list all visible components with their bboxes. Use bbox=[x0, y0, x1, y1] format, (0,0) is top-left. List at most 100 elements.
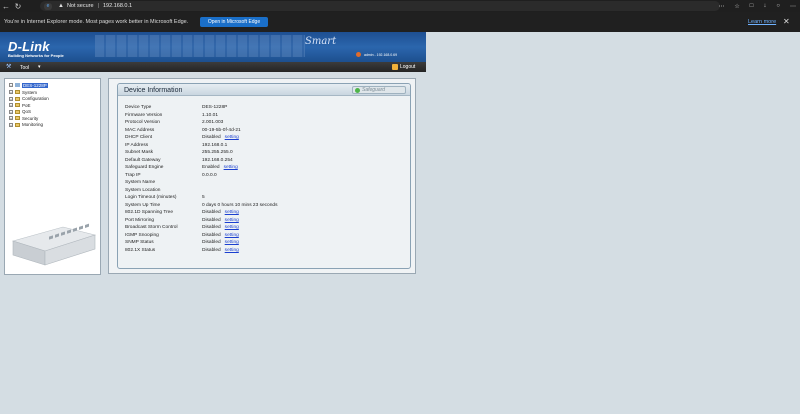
tree-item-configuration[interactable]: + Configuration bbox=[9, 96, 49, 102]
field-label: MAC Address bbox=[125, 127, 155, 133]
tree-item-qos[interactable]: + QoS bbox=[9, 109, 31, 115]
expand-icon[interactable]: + bbox=[9, 103, 13, 107]
expand-icon[interactable]: + bbox=[9, 96, 13, 101]
expand-icon[interactable]: + bbox=[9, 116, 13, 120]
field-value-cell: Disabled setting bbox=[202, 224, 277, 232]
tree-item-label[interactable]: Configuration bbox=[22, 96, 49, 101]
field-value: Disabled bbox=[202, 240, 221, 246]
field-value-cell: DES-1228P bbox=[202, 104, 277, 112]
setting-link[interactable]: setting bbox=[225, 135, 239, 140]
safeguard-indicator: Safeguard bbox=[352, 86, 406, 94]
field-value-cell: Disabled setting bbox=[202, 134, 277, 142]
setting-link[interactable]: setting bbox=[225, 210, 239, 215]
page-title: Device Information bbox=[124, 87, 183, 94]
safeguard-label: Safeguard bbox=[362, 87, 386, 93]
field-value-cell: Disabled setting bbox=[202, 239, 277, 247]
copilot-icon[interactable]: ○ bbox=[776, 3, 780, 9]
field-value: Disabled bbox=[202, 232, 221, 238]
table-row: System Up Time 0 days 0 hours 10 mins 23 … bbox=[125, 202, 277, 210]
tree-item-monitoring[interactable]: + Monitoring bbox=[9, 122, 43, 128]
setting-link[interactable]: setting bbox=[225, 248, 239, 253]
expand-icon[interactable]: + bbox=[9, 122, 13, 127]
table-row: IGMP Snooping Disabled setting bbox=[125, 232, 277, 240]
field-value-cell: 1.10.01 bbox=[202, 112, 277, 120]
field-label: SNMP Status bbox=[125, 240, 154, 246]
switch-icon bbox=[15, 83, 20, 87]
user-info: admin - 192.168.0.69 bbox=[356, 52, 397, 57]
open-in-edge-button[interactable]: Open in Microsoft Edge bbox=[200, 17, 268, 27]
field-value: 5 bbox=[202, 195, 205, 201]
ie-mode-icon[interactable]: e bbox=[44, 2, 52, 10]
address-separator: | bbox=[97, 3, 99, 9]
field-value: Disabled bbox=[202, 210, 221, 216]
tree-item-label[interactable]: Monitoring bbox=[22, 122, 43, 127]
field-label: Firmware Version bbox=[125, 112, 163, 118]
tree-item-label[interactable]: QoS bbox=[22, 109, 31, 114]
tree-root[interactable]: − DES-1228P bbox=[9, 82, 48, 88]
folder-icon bbox=[15, 96, 20, 101]
folder-icon bbox=[15, 103, 20, 107]
expand-icon[interactable]: + bbox=[9, 109, 13, 114]
tree-item-label[interactable]: Security bbox=[22, 116, 38, 121]
back-icon[interactable]: ← bbox=[0, 0, 12, 12]
table-row: 802.1D Spanning Tree Disabled setting bbox=[125, 209, 277, 217]
device-information-box: Device Information Safeguard Device Type… bbox=[117, 83, 411, 269]
setting-link[interactable]: setting bbox=[225, 218, 239, 223]
device-info-table: Device Type DES-1228P Firmware Version 1.10… bbox=[125, 104, 277, 254]
setting-link[interactable]: setting bbox=[225, 233, 239, 238]
field-value: Enabled bbox=[202, 165, 220, 171]
close-icon[interactable]: ✕ bbox=[783, 17, 790, 26]
table-row: Device Type DES-1228P bbox=[125, 104, 277, 112]
status-dot-icon bbox=[355, 87, 360, 93]
setting-link[interactable]: setting bbox=[225, 225, 239, 230]
warning-icon: ▲ bbox=[58, 3, 64, 9]
field-value: 2.001.003 bbox=[202, 120, 224, 126]
collapse-icon[interactable]: − bbox=[9, 83, 13, 87]
downloads-icon[interactable]: ↓ bbox=[763, 3, 766, 9]
field-value-cell: 0.0.0.0 bbox=[202, 172, 277, 180]
tool-icon[interactable]: ⚒ bbox=[6, 64, 12, 70]
field-label: Login Timeout (minutes) bbox=[125, 195, 177, 201]
favorites-icon[interactable]: ☆ bbox=[734, 3, 739, 10]
folder-icon bbox=[15, 90, 20, 94]
setting-link[interactable]: setting bbox=[225, 240, 239, 245]
more-icon[interactable]: ⋯ bbox=[718, 3, 724, 10]
field-value: Disabled bbox=[202, 217, 221, 223]
chevron-down-icon[interactable]: ▾ bbox=[38, 64, 41, 70]
expand-icon[interactable]: + bbox=[9, 90, 13, 94]
logout-button[interactable]: Logout bbox=[392, 64, 415, 70]
app-toolbar: ⚒ Tool ▾ Logout bbox=[0, 62, 426, 72]
refresh-icon[interactable]: ↻ bbox=[12, 0, 24, 12]
field-value-cell bbox=[202, 179, 277, 187]
tree-item-poe[interactable]: + PoE bbox=[9, 102, 31, 108]
table-row: Login Timeout (minutes) 5 bbox=[125, 194, 277, 202]
field-label: Broadcast Storm Control bbox=[125, 225, 178, 231]
tree-item-system[interactable]: + System bbox=[9, 89, 37, 95]
address-bar[interactable]: e ▲ Not secure | 192.168.0.1 bbox=[40, 1, 720, 11]
dlink-tagline: Building Networks for People bbox=[8, 53, 64, 58]
folder-icon bbox=[15, 109, 20, 114]
tree-root-label[interactable]: DES-1228P bbox=[22, 82, 48, 88]
menu-icon[interactable]: ⋯ bbox=[790, 3, 796, 10]
field-value-cell: 5 bbox=[202, 194, 277, 202]
switch-ports-graphic bbox=[95, 35, 305, 57]
table-row: DHCP Client Disabled setting bbox=[125, 134, 277, 142]
tree-item-security[interactable]: + Security bbox=[9, 115, 38, 121]
field-value-cell: 0 days 0 hours 10 mins 23 seconds bbox=[202, 202, 277, 210]
tool-menu[interactable]: Tool bbox=[20, 65, 29, 71]
field-value: 00-19-5b-0f-4d-21 bbox=[202, 127, 241, 133]
url-text[interactable]: 192.168.0.1 bbox=[103, 3, 132, 9]
setting-link[interactable]: setting bbox=[224, 165, 238, 170]
ie-mode-infobar: You're in Internet Explorer mode. Most p… bbox=[0, 12, 800, 32]
learn-more-link[interactable]: Learn more bbox=[748, 19, 776, 25]
field-label: Device Type bbox=[125, 105, 152, 111]
tree-item-label[interactable]: System bbox=[22, 90, 37, 95]
collections-icon[interactable]: □ bbox=[750, 3, 754, 9]
tree-item-label[interactable]: PoE bbox=[22, 103, 31, 108]
field-value: 255.255.255.0 bbox=[202, 150, 233, 156]
field-value: DES-1228P bbox=[202, 105, 228, 111]
table-row: 802.1X Status Disabled setting bbox=[125, 247, 277, 255]
security-label[interactable]: Not secure bbox=[67, 3, 94, 9]
user-label: admin - 192.168.0.69 bbox=[364, 52, 398, 57]
table-row: System Name bbox=[125, 179, 277, 187]
